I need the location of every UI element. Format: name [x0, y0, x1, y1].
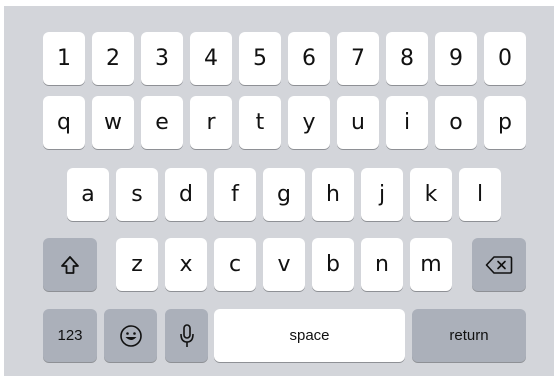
key-6[interactable]: 6	[288, 32, 330, 85]
key-d[interactable]: d	[165, 168, 207, 221]
emoji-icon	[119, 324, 143, 348]
key-label: h	[326, 182, 340, 207]
onscreen-keyboard: 1 2 3 4 5 6 7 8 9 0 q w e r t y u i o p …	[4, 6, 554, 376]
key-4[interactable]: 4	[190, 32, 232, 85]
key-label: space	[289, 327, 330, 344]
key-t[interactable]: t	[239, 96, 281, 149]
key-label: s	[131, 182, 143, 207]
key-label: z	[131, 252, 143, 277]
key-i[interactable]: i	[386, 96, 428, 149]
key-l[interactable]: l	[459, 168, 501, 221]
key-n[interactable]: n	[361, 238, 403, 291]
microphone-key[interactable]	[165, 309, 208, 362]
key-f[interactable]: f	[214, 168, 256, 221]
shift-key[interactable]	[43, 238, 97, 291]
key-label: m	[420, 252, 442, 277]
key-label: b	[326, 252, 340, 277]
key-2[interactable]: 2	[92, 32, 134, 85]
key-label: 3	[155, 46, 169, 71]
key-c[interactable]: c	[214, 238, 256, 291]
key-1[interactable]: 1	[43, 32, 85, 85]
key-label: w	[104, 110, 122, 135]
key-label: p	[498, 110, 512, 135]
key-9[interactable]: 9	[435, 32, 477, 85]
key-label: 6	[302, 46, 316, 71]
key-label: e	[155, 110, 169, 135]
key-m[interactable]: m	[410, 238, 452, 291]
return-key[interactable]: return	[412, 309, 526, 362]
key-b[interactable]: b	[312, 238, 354, 291]
key-label: g	[277, 182, 291, 207]
key-v[interactable]: v	[263, 238, 305, 291]
key-label: x	[179, 252, 193, 277]
key-label: 9	[449, 46, 463, 71]
space-key[interactable]: space	[214, 309, 405, 362]
key-3[interactable]: 3	[141, 32, 183, 85]
key-label: o	[449, 110, 463, 135]
key-x[interactable]: x	[165, 238, 207, 291]
key-g[interactable]: g	[263, 168, 305, 221]
key-label: 8	[400, 46, 414, 71]
key-7[interactable]: 7	[337, 32, 379, 85]
key-a[interactable]: a	[67, 168, 109, 221]
key-h[interactable]: h	[312, 168, 354, 221]
key-w[interactable]: w	[92, 96, 134, 149]
key-j[interactable]: j	[361, 168, 403, 221]
key-label: 1	[57, 46, 71, 71]
microphone-icon	[179, 323, 195, 349]
key-label: 0	[498, 46, 512, 71]
key-q[interactable]: q	[43, 96, 85, 149]
key-label: n	[375, 252, 389, 277]
key-label: q	[57, 110, 71, 135]
key-label: f	[231, 182, 239, 207]
key-label: k	[424, 182, 438, 207]
key-z[interactable]: z	[116, 238, 158, 291]
key-label: u	[351, 110, 365, 135]
key-y[interactable]: y	[288, 96, 330, 149]
backspace-key[interactable]	[472, 238, 526, 291]
key-e[interactable]: e	[141, 96, 183, 149]
key-p[interactable]: p	[484, 96, 526, 149]
key-label: l	[476, 182, 484, 207]
key-label: r	[206, 110, 216, 135]
key-label: a	[81, 182, 95, 207]
key-label: y	[302, 110, 316, 135]
key-u[interactable]: u	[337, 96, 379, 149]
key-label: t	[255, 110, 265, 135]
key-label: 5	[253, 46, 267, 71]
key-label: v	[277, 252, 291, 277]
key-label: return	[449, 327, 489, 344]
key-label: 2	[106, 46, 120, 71]
key-5[interactable]: 5	[239, 32, 281, 85]
emoji-key[interactable]	[104, 309, 157, 362]
numbers-key[interactable]: 123	[43, 309, 97, 362]
key-0[interactable]: 0	[484, 32, 526, 85]
key-label: i	[403, 110, 411, 135]
key-label: 123	[57, 327, 83, 344]
key-label: 7	[351, 46, 365, 71]
key-8[interactable]: 8	[386, 32, 428, 85]
key-label: 4	[204, 46, 218, 71]
key-r[interactable]: r	[190, 96, 232, 149]
key-k[interactable]: k	[410, 168, 452, 221]
shift-icon	[59, 254, 81, 276]
key-label: j	[378, 182, 386, 207]
key-s[interactable]: s	[116, 168, 158, 221]
key-o[interactable]: o	[435, 96, 477, 149]
key-label: d	[179, 182, 193, 207]
backspace-icon	[485, 255, 513, 275]
key-label: c	[228, 252, 242, 277]
